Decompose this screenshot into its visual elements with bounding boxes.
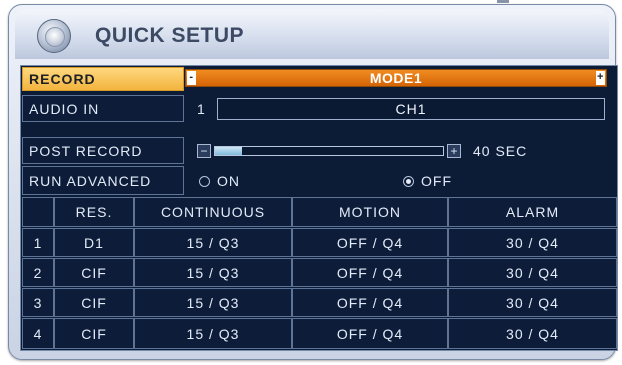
post-record-value: 40 SEC: [473, 143, 528, 159]
record-prev-button[interactable]: -: [187, 71, 196, 85]
table-cell-motion[interactable]: OFF / Q4: [292, 288, 448, 317]
table-row-index: 1: [22, 228, 54, 257]
table-cell-res[interactable]: D1: [54, 228, 134, 257]
table-header-motion: MOTION: [292, 197, 448, 227]
table-row-index: 3: [22, 288, 54, 317]
post-record-slider[interactable]: [214, 146, 444, 156]
table-cell-res[interactable]: CIF: [54, 258, 134, 287]
record-next-button[interactable]: +: [596, 71, 605, 85]
title-bar: QUICK SETUP: [15, 9, 609, 59]
record-label[interactable]: RECORD: [22, 67, 184, 91]
run-advanced-on-label: ON: [217, 173, 240, 189]
post-record-label: POST RECORD: [22, 137, 184, 164]
audio-in-index: 1: [197, 101, 206, 117]
table-cell-continuous[interactable]: 15 / Q3: [134, 318, 292, 349]
table-header-index: [22, 197, 54, 227]
table-header-alarm: ALARM: [448, 197, 617, 227]
run-advanced-label: RUN ADVANCED: [22, 166, 184, 195]
post-record-slider-fill: [215, 147, 243, 155]
audio-in-channel-field[interactable]: CH1: [217, 98, 605, 120]
setup-disc-icon: [37, 19, 71, 53]
title-mark: [497, 0, 509, 3]
run-advanced-off-radio[interactable]: [403, 176, 414, 187]
audio-in-channel-value: CH1: [395, 101, 427, 117]
window-title: QUICK SETUP: [95, 24, 245, 47]
post-record-increase-button[interactable]: +: [447, 144, 461, 158]
table-cell-alarm[interactable]: 30 / Q4: [448, 228, 617, 257]
run-advanced-on-radio[interactable]: [199, 176, 210, 187]
audio-in-label: AUDIO IN: [22, 95, 184, 122]
table-cell-continuous[interactable]: 15 / Q3: [134, 288, 292, 317]
table-cell-continuous[interactable]: 15 / Q3: [134, 258, 292, 287]
table-row-index: 2: [22, 258, 54, 287]
table-header-continuous: CONTINUOUS: [134, 197, 292, 227]
table-cell-alarm[interactable]: 30 / Q4: [448, 288, 617, 317]
table-cell-motion[interactable]: OFF / Q4: [292, 258, 448, 287]
post-record-decrease-button[interactable]: −: [197, 144, 211, 158]
table-cell-motion[interactable]: OFF / Q4: [292, 228, 448, 257]
table-row-index: 4: [22, 318, 54, 349]
record-mode-value: MODE1: [369, 70, 423, 86]
table-cell-motion[interactable]: OFF / Q4: [292, 318, 448, 349]
table-cell-alarm[interactable]: 30 / Q4: [448, 258, 617, 287]
table-cell-alarm[interactable]: 30 / Q4: [448, 318, 617, 349]
table-header-res: RES.: [54, 197, 134, 227]
table-cell-res[interactable]: CIF: [54, 288, 134, 317]
table-cell-res[interactable]: CIF: [54, 318, 134, 349]
table-cell-continuous[interactable]: 15 / Q3: [134, 228, 292, 257]
record-mode-select[interactable]: - MODE1 +: [185, 69, 607, 87]
run-advanced-off-label: OFF: [421, 173, 452, 189]
settings-panel: RECORD - MODE1 + AUDIO IN 1 CH1 POST REC…: [20, 65, 618, 351]
